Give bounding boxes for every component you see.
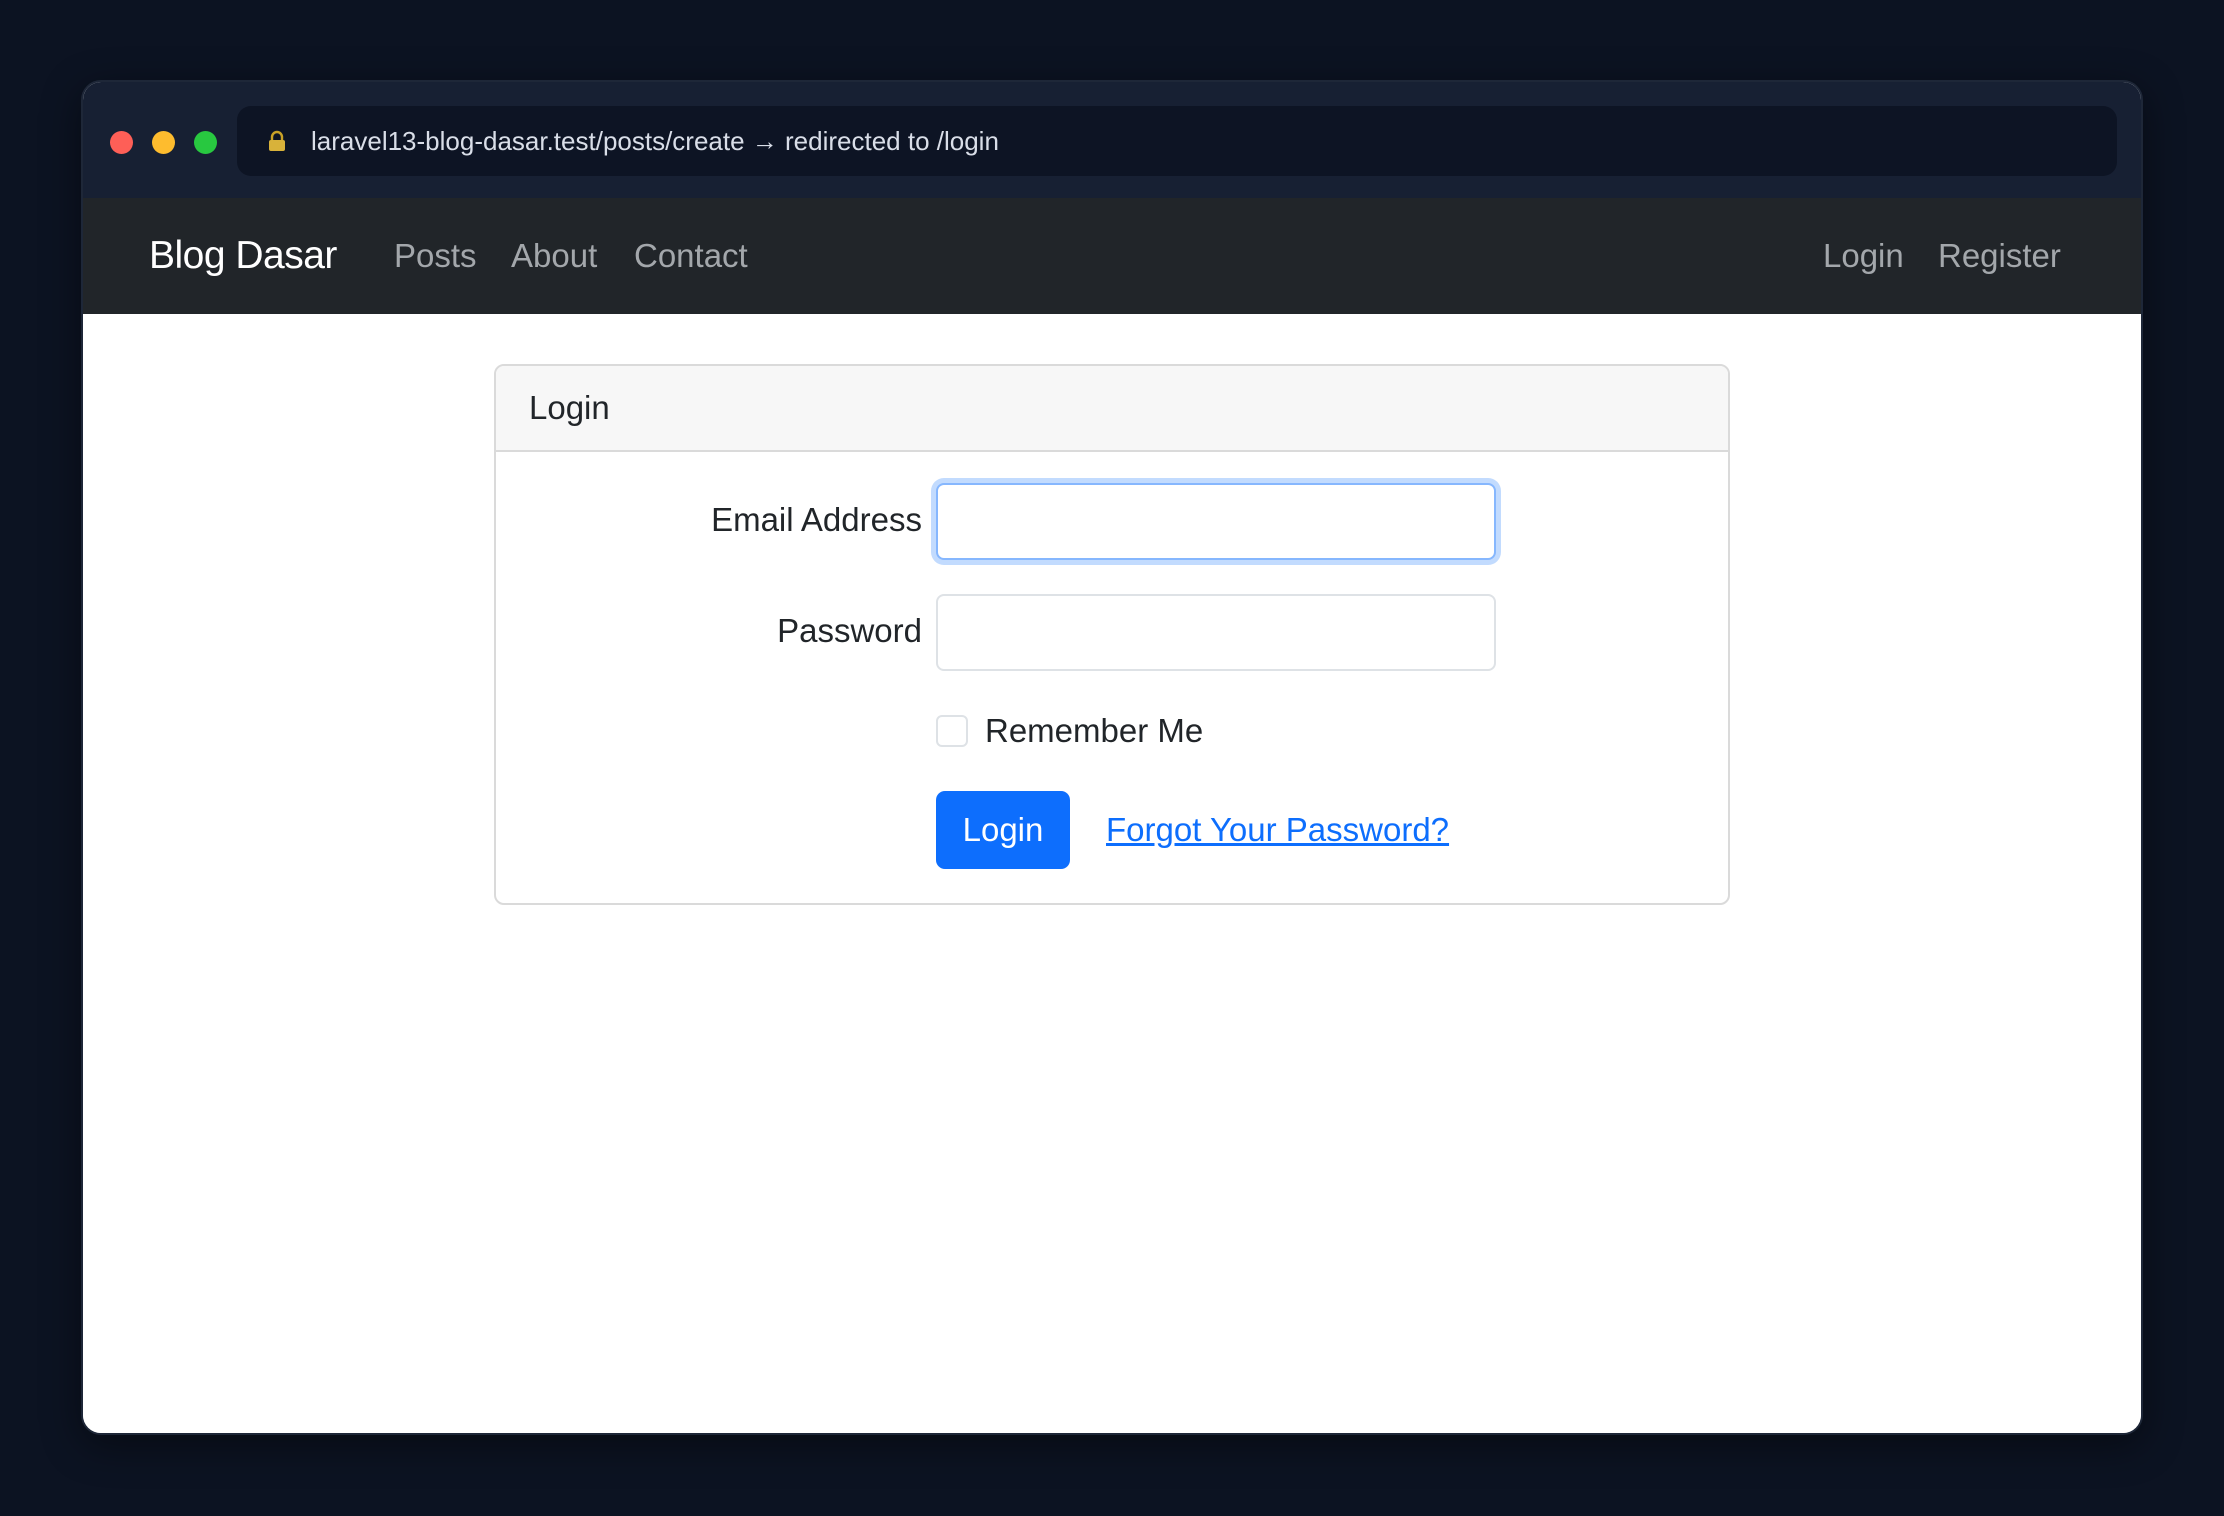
maximize-window-button[interactable] xyxy=(194,131,217,154)
nav-link-contact[interactable]: Contact xyxy=(634,198,748,314)
remember-me-label[interactable]: Remember Me xyxy=(985,710,1203,752)
password-label: Password xyxy=(777,612,922,649)
browser-window: laravel13-blog-dasar.test/posts/create →… xyxy=(81,80,2143,1435)
address-bar[interactable]: laravel13-blog-dasar.test/posts/create →… xyxy=(237,106,2117,176)
login-card: Login Email Address Password Remember Me… xyxy=(494,364,1730,905)
nav-link-posts[interactable]: Posts xyxy=(394,198,477,314)
brand-link[interactable]: Blog Dasar xyxy=(149,198,337,314)
navbar: Blog Dasar Posts About Contact Login Reg… xyxy=(83,198,2141,314)
forgot-password-link[interactable]: Forgot Your Password? xyxy=(1106,791,1449,869)
minimize-window-button[interactable] xyxy=(152,131,175,154)
main-content: Login Email Address Password Remember Me… xyxy=(83,314,2141,1433)
password-field[interactable] xyxy=(936,594,1496,671)
email-label: Email Address xyxy=(711,501,922,538)
lock-icon xyxy=(269,130,285,151)
login-button[interactable]: Login xyxy=(936,791,1070,869)
remember-me-checkbox[interactable] xyxy=(936,715,968,747)
card-header: Login xyxy=(496,366,1728,452)
nav-link-login[interactable]: Login xyxy=(1823,198,1904,314)
browser-chrome: laravel13-blog-dasar.test/posts/create →… xyxy=(83,82,2141,198)
email-field[interactable] xyxy=(936,483,1496,560)
nav-link-about[interactable]: About xyxy=(511,198,597,314)
close-window-button[interactable] xyxy=(110,131,133,154)
url-text: laravel13-blog-dasar.test/posts/create →… xyxy=(311,126,999,156)
nav-link-register[interactable]: Register xyxy=(1938,198,2061,314)
